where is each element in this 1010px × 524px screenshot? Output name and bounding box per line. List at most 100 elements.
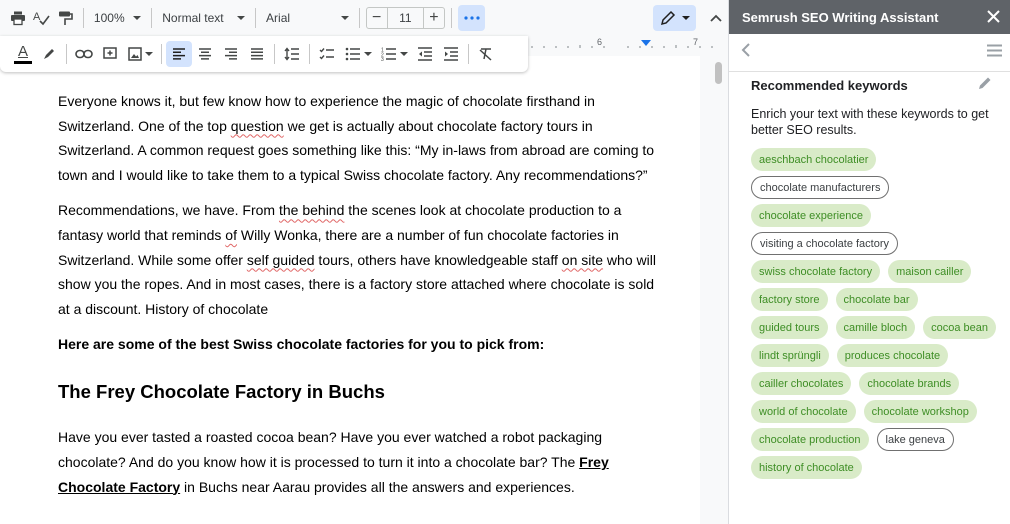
- zoom-dropdown[interactable]: 100%: [90, 5, 145, 31]
- keyword-chip[interactable]: chocolate experience: [751, 204, 871, 227]
- keyword-chip[interactable]: chocolate manufacturers: [751, 176, 890, 199]
- edit-keywords-button[interactable]: [978, 76, 992, 95]
- ruler-ticks: [531, 40, 713, 48]
- font-size-value: 11: [399, 10, 412, 25]
- toolbar-divider: [66, 44, 67, 64]
- chevron-down-icon: [399, 52, 408, 56]
- document-canvas[interactable]: Everyone knows it, but few know how to e…: [0, 56, 714, 524]
- spellcheck-icon: A: [33, 11, 51, 25]
- align-left-icon: [173, 48, 185, 60]
- align-center-button[interactable]: [192, 41, 218, 67]
- line-spacing-button[interactable]: [279, 41, 305, 67]
- keyword-chip[interactable]: cocoa bean: [923, 316, 997, 339]
- keyword-chip[interactable]: chocolate bar: [835, 288, 918, 311]
- bulleted-list-icon: [345, 47, 360, 61]
- keyword-chip[interactable]: chocolate production: [751, 428, 869, 451]
- sidebar-title: Semrush SEO Writing Assistant: [742, 9, 939, 25]
- heading-frey-factory[interactable]: The Frey Chocolate Factory in Buchs: [58, 380, 658, 404]
- spellcheck-flagged-word[interactable]: question: [231, 118, 284, 134]
- spellcheck-flagged-word[interactable]: of: [225, 227, 237, 243]
- paragraph-intro[interactable]: Everyone knows it, but few know how to e…: [58, 89, 658, 187]
- bulleted-list-button[interactable]: [340, 41, 376, 67]
- justify-button[interactable]: [244, 41, 270, 67]
- increase-font-size-button[interactable]: +: [423, 6, 445, 29]
- line-spacing-icon: [284, 47, 299, 61]
- spellcheck-flagged-word[interactable]: self guided: [247, 252, 315, 268]
- font-dropdown[interactable]: Arial: [262, 5, 353, 31]
- keyword-chip[interactable]: chocolate workshop: [863, 400, 977, 423]
- highlight-color-button[interactable]: [36, 41, 62, 67]
- keyword-chip[interactable]: aeschbach chocolatier: [751, 148, 877, 171]
- keyword-chip[interactable]: camille bloch: [835, 316, 916, 339]
- collapse-toolbar-button[interactable]: [704, 5, 728, 31]
- close-icon[interactable]: [987, 7, 1000, 27]
- spellcheck-flagged-word[interactable]: on site: [562, 252, 603, 268]
- docs-toolbar: A 100% Normal text Arial − 11 +: [0, 0, 728, 35]
- keyword-chip[interactable]: cailler chocolates: [751, 372, 852, 395]
- keyword-chip[interactable]: maison cailler: [888, 260, 972, 283]
- keyword-chip[interactable]: lake geneva: [876, 428, 954, 451]
- decrease-indent-button[interactable]: [412, 41, 438, 67]
- document-scrollbar[interactable]: [715, 62, 722, 84]
- horizontal-ruler[interactable]: 6 7: [528, 36, 718, 50]
- toolbar-divider: [82, 7, 84, 28]
- spellcheck-flagged-word[interactable]: the behind: [279, 202, 344, 218]
- indent-decrease-icon: [418, 47, 432, 61]
- recommended-keywords-title: Recommended keywords: [751, 78, 908, 93]
- more-options-button[interactable]: [457, 4, 486, 31]
- keyword-chip[interactable]: factory store: [751, 288, 828, 311]
- keyword-chip[interactable]: guided tours: [751, 316, 828, 339]
- pencil-icon: [660, 10, 675, 25]
- document-body[interactable]: Everyone knows it, but few know how to e…: [58, 89, 658, 510]
- toolbar-divider: [309, 44, 310, 64]
- link-icon: [75, 49, 93, 59]
- chevron-down-icon: [144, 52, 153, 56]
- highlighter-icon: [44, 49, 54, 59]
- menu-button[interactable]: [987, 44, 1002, 62]
- font-size-input[interactable]: 11: [387, 6, 424, 29]
- checklist-icon: [319, 48, 334, 60]
- semrush-sidebar: Semrush SEO Writing Assistant Recommende…: [728, 0, 1010, 524]
- comment-add-icon: [103, 47, 117, 59]
- insert-image-button[interactable]: [123, 41, 157, 67]
- checklist-button[interactable]: [314, 41, 340, 67]
- document-link[interactable]: Frey Chocolate Factory: [58, 454, 609, 495]
- text-style-dropdown[interactable]: Normal text: [158, 5, 249, 31]
- numbered-list-button[interactable]: 123: [376, 41, 412, 67]
- keyword-chip[interactable]: history of chocolate: [751, 456, 862, 479]
- numbered-list-icon: 123: [381, 48, 396, 61]
- clear-formatting-button[interactable]: [473, 41, 499, 67]
- back-button[interactable]: [741, 42, 751, 63]
- decrease-font-size-button[interactable]: −: [365, 6, 388, 29]
- paragraph-frey[interactable]: Have you ever tasted a roasted cocoa bea…: [58, 425, 658, 499]
- keyword-chip[interactable]: visiting a chocolate factory: [751, 232, 899, 255]
- spelling-check-button[interactable]: A: [30, 5, 54, 31]
- paragraph-list-intro[interactable]: Here are some of the best Swiss chocolat…: [58, 332, 658, 356]
- text-color-button[interactable]: A: [10, 41, 36, 67]
- editing-mode-button[interactable]: [653, 4, 697, 31]
- sidebar-header: Semrush SEO Writing Assistant: [729, 0, 1010, 34]
- indent-increase-icon: [444, 47, 458, 61]
- keyword-chip[interactable]: swiss chocolate factory: [751, 260, 881, 283]
- keyword-chip[interactable]: lindt sprüngli: [751, 344, 829, 367]
- paragraph-recommendations[interactable]: Recommendations, we have. From the behin…: [58, 198, 658, 321]
- keyword-chip[interactable]: chocolate brands: [859, 372, 960, 395]
- align-justify-icon: [251, 48, 263, 60]
- keyword-chip[interactable]: world of chocolate: [751, 400, 856, 423]
- print-icon: [10, 11, 25, 25]
- add-comment-button[interactable]: [97, 41, 123, 67]
- paint-format-icon: [59, 11, 73, 25]
- insert-link-button[interactable]: [71, 41, 97, 67]
- toolbar-divider: [450, 7, 452, 28]
- image-icon: [127, 47, 142, 61]
- print-button[interactable]: [6, 5, 30, 31]
- hamburger-menu-icon: [987, 44, 1002, 56]
- align-right-button[interactable]: [218, 41, 244, 67]
- increase-indent-button[interactable]: [438, 41, 464, 67]
- chevron-down-icon: [133, 15, 142, 20]
- right-indent-marker[interactable]: [641, 40, 651, 46]
- paint-format-button[interactable]: [53, 5, 77, 31]
- document-page[interactable]: Everyone knows it, but few know how to e…: [0, 56, 700, 524]
- align-left-button[interactable]: [166, 41, 192, 67]
- keyword-chip[interactable]: produces chocolate: [836, 344, 949, 367]
